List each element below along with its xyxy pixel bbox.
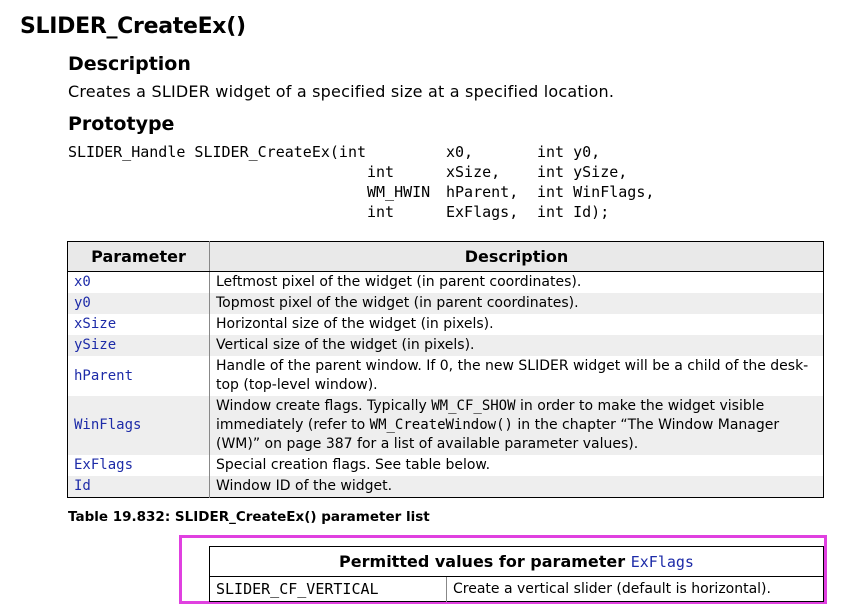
- desc-text: Window create flags. Typically: [216, 398, 432, 414]
- prototype-line: int xSize, int ySize,: [68, 162, 627, 182]
- table-caption: Table 19.832: SLIDER_CreateEx() paramete…: [68, 509, 430, 525]
- table-row: SLIDER_CF_VERTICAL Create a vertical sli…: [209, 576, 824, 602]
- param-desc: Special creation flags. See table below.: [209, 455, 824, 476]
- prototype-line: SLIDER_Handle SLIDER_CreateEx(int x0, in…: [68, 142, 600, 162]
- prototype-token: int Id);: [537, 203, 610, 221]
- param-desc: Horizontal size of the widget (in pixels…: [209, 314, 824, 335]
- column-header: Parameter: [67, 241, 210, 272]
- param-name: hParent: [67, 356, 210, 396]
- desc-line: Handle of the parent window. If 0, the n…: [216, 358, 809, 374]
- table-row: ySize Vertical size of the widget (in pi…: [67, 335, 824, 356]
- page-title: SLIDER_CreateEx(): [20, 14, 246, 39]
- prototype-line: WM_HWIN hParent, int WinFlags,: [68, 182, 654, 202]
- param-desc: Window ID of the widget.: [209, 476, 824, 498]
- prototype-token: WM_HWIN: [367, 183, 431, 201]
- table-row: xSize Horizontal size of the widget (in …: [67, 314, 824, 335]
- prototype-token: int ySize,: [537, 163, 628, 181]
- prototype-line: int ExFlags, int Id);: [68, 202, 609, 222]
- param-name: WinFlags: [67, 396, 210, 455]
- param-desc: Topmost pixel of the widget (in parent c…: [209, 293, 824, 314]
- table-row: x0 Leftmost pixel of the widget (in pare…: [67, 271, 824, 293]
- param-name: x0: [67, 271, 210, 293]
- param-desc: Leftmost pixel of the widget (in parent …: [209, 271, 824, 293]
- param-desc: Window create flags. Typically WM_CF_SHO…: [209, 396, 824, 455]
- prototype-token: ExFlags,: [446, 203, 519, 221]
- code-ref: WM_CreateWindow(): [369, 417, 513, 433]
- desc-text: in order to make the widget visible: [515, 398, 765, 414]
- table-row: WinFlags Window create flags. Typically …: [67, 396, 824, 455]
- prototype-code: SLIDER_Handle SLIDER_CreateEx(int x0, in…: [68, 142, 654, 222]
- description-heading: Description: [68, 53, 191, 75]
- flag-value: SLIDER_CF_VERTICAL: [209, 576, 447, 602]
- param-name: Id: [67, 476, 210, 498]
- table-row: Id Window ID of the widget.: [67, 476, 824, 498]
- exflags-table: Permitted values for parameter ExFlags S…: [209, 546, 824, 602]
- param-desc: Vertical size of the widget (in pixels).: [209, 335, 824, 356]
- desc-text: immediately (refer to: [216, 417, 370, 433]
- param-name: ySize: [67, 335, 210, 356]
- param-name: y0: [67, 293, 210, 314]
- prototype-token: SLIDER_Handle SLIDER_CreateEx(int: [68, 143, 367, 161]
- prototype-token: hParent,: [446, 183, 519, 201]
- table-row: y0 Topmost pixel of the widget (in paren…: [67, 293, 824, 314]
- param-desc: Handle of the parent window. If 0, the n…: [209, 356, 824, 396]
- description-text: Creates a SLIDER widget of a specified s…: [68, 82, 615, 101]
- header-param: ExFlags: [630, 553, 694, 571]
- prototype-token: xSize,: [446, 163, 501, 181]
- prototype-heading: Prototype: [68, 113, 175, 135]
- table-row: ExFlags Special creation flags. See tabl…: [67, 455, 824, 476]
- desc-text: in the chapter “The Window Manager: [512, 417, 780, 433]
- column-header: Description: [209, 241, 824, 272]
- desc-line: top (top-level window).: [216, 377, 378, 393]
- desc-text: (WM)” on page 387 for a list of availabl…: [216, 436, 639, 452]
- table-row: hParent Handle of the parent window. If …: [67, 356, 824, 396]
- prototype-token: int: [367, 203, 395, 221]
- code-ref: WM_CF_SHOW: [431, 398, 516, 414]
- parameter-table: Parameter Description x0 Leftmost pixel …: [67, 241, 824, 498]
- header-text: Permitted values for parameter: [339, 552, 631, 571]
- flag-desc: Create a vertical slider (default is hor…: [453, 581, 771, 597]
- prototype-token: x0,: [446, 143, 474, 161]
- param-name: xSize: [67, 314, 210, 335]
- prototype-token: int WinFlags,: [537, 183, 655, 201]
- prototype-token: int y0,: [537, 143, 601, 161]
- table-header-row: Parameter Description: [67, 241, 824, 272]
- table-header-row: Permitted values for parameter ExFlags: [209, 546, 824, 577]
- param-name: ExFlags: [67, 455, 210, 476]
- prototype-token: int: [367, 163, 395, 181]
- column-header: Permitted values for parameter ExFlags: [209, 546, 824, 577]
